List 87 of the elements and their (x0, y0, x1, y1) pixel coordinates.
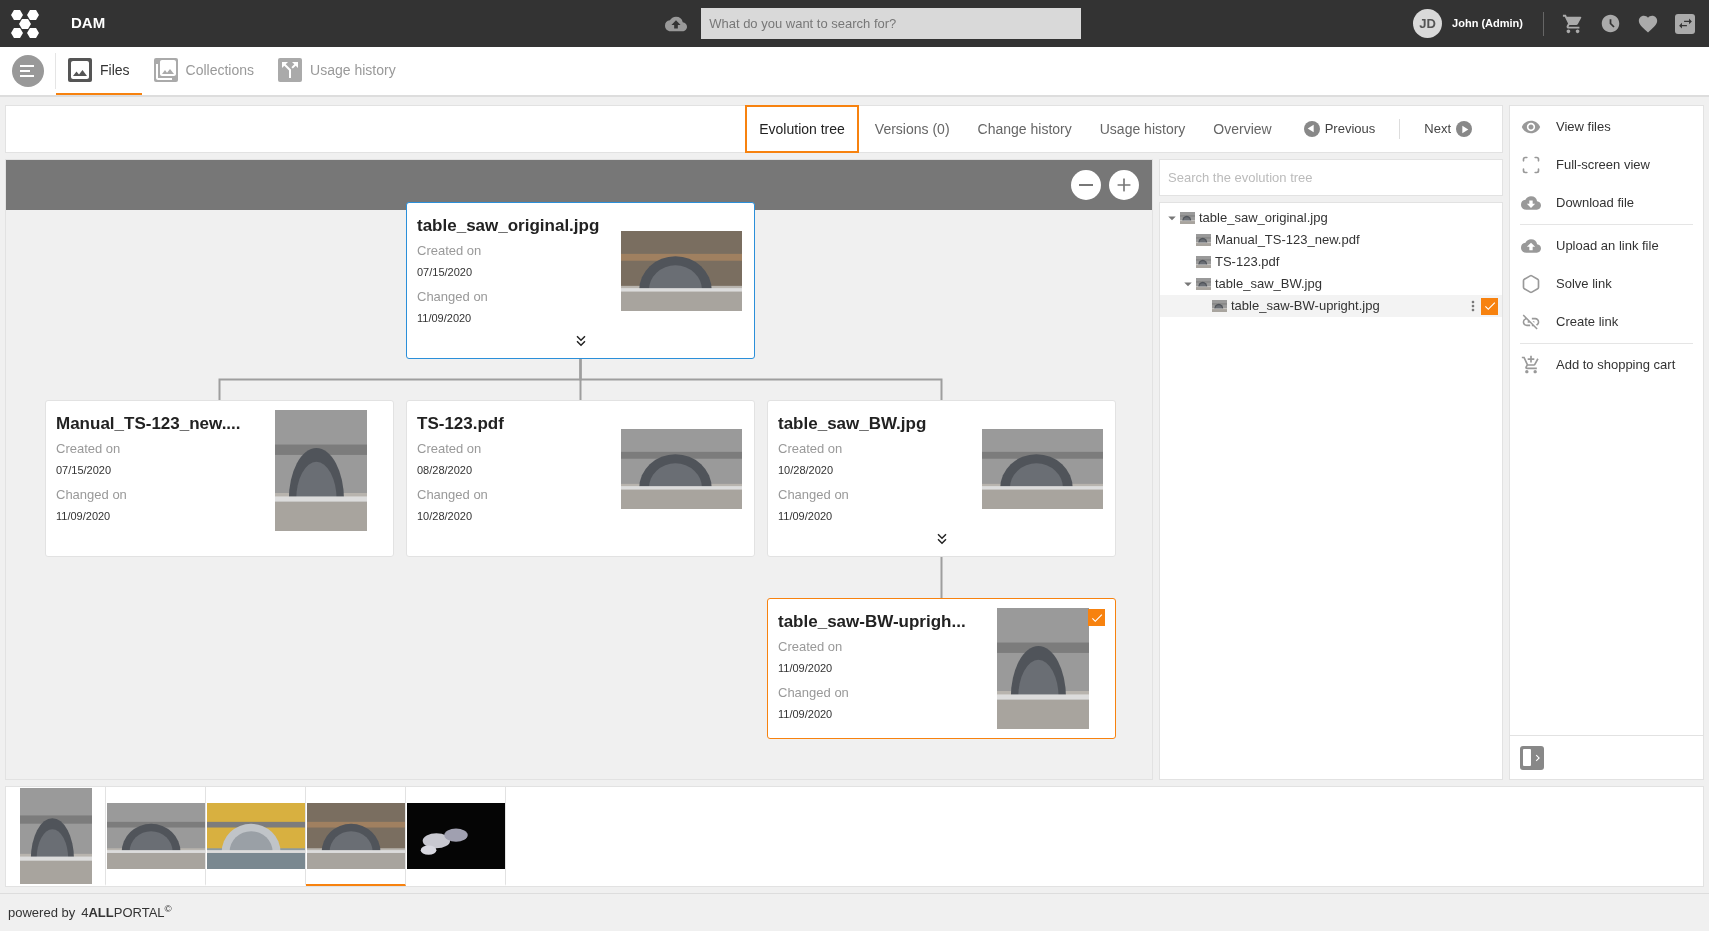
tree-search-field[interactable]: Search the evolution tree (1159, 159, 1503, 196)
created-label: Created on (417, 242, 483, 260)
user-name[interactable]: John (Admin) (1452, 15, 1523, 32)
file-name: table_saw-BW-uprigh... (778, 611, 967, 633)
file-card[interactable]: table_saw_original.jpg Created on 07/15/2020 Changed on 11/09/2020 (406, 202, 755, 359)
broken-link-icon (1520, 312, 1542, 332)
changed-date: 11/09/2020 (56, 508, 112, 524)
check-icon (1482, 299, 1497, 313)
file-name: table_saw_BW.jpg (778, 413, 928, 435)
changed-label: Changed on (417, 288, 489, 306)
tree-item[interactable]: TS-123.pdf (1160, 251, 1502, 273)
file-card[interactable]: table_saw-BW-uprigh... Created on 11/09/2020 Changed on 11/09/2020 (767, 598, 1116, 739)
image-icon (68, 58, 92, 82)
minus-icon (1079, 184, 1093, 186)
powered-by-text: powered by (8, 903, 76, 922)
cart-icon[interactable] (1562, 12, 1584, 35)
tree-item[interactable]: table_saw_BW.jpg (1160, 273, 1502, 295)
changed-label: Changed on (417, 486, 489, 504)
swap-icon[interactable] (1675, 13, 1695, 34)
zoom-in-button[interactable] (1109, 170, 1139, 200)
next-button[interactable]: Next (1424, 119, 1472, 139)
detail-tab[interactable]: Evolution tree (745, 105, 859, 153)
filmstrip-thumbnail[interactable] (306, 787, 406, 886)
changed-date: 10/28/2020 (417, 508, 474, 524)
previous-button[interactable]: Previous (1303, 119, 1401, 139)
checkbox[interactable] (1088, 609, 1105, 626)
file-name: table_saw_original.jpg (417, 215, 601, 237)
corners-icon (1520, 155, 1542, 175)
app-name: DAM (71, 13, 106, 34)
filmstrip-thumbnail[interactable] (106, 787, 206, 886)
cloud-upload-icon (1520, 236, 1542, 256)
created-label: Created on (56, 440, 122, 458)
filmstrip-thumbnail[interactable] (406, 787, 506, 886)
file-name: Manual_TS-123_new.pdf (1215, 231, 1361, 250)
file-card[interactable]: table_saw_BW.jpg Created on 10/28/2020 Changed on 11/09/2020 (767, 400, 1116, 557)
logo-icon (8, 8, 42, 39)
nav-tab[interactable]: Files (56, 47, 142, 95)
action-item[interactable]: Download file (1520, 184, 1693, 222)
created-date: 07/15/2020 (56, 462, 113, 478)
detail-tab[interactable]: Versions (0) (862, 105, 962, 153)
file-name: TS-123.pdf (1215, 253, 1281, 272)
created-label: Created on (778, 638, 844, 656)
changed-label: Changed on (56, 486, 128, 504)
created-date: 08/28/2020 (417, 462, 474, 478)
checkbox[interactable] (1481, 297, 1498, 315)
created-date: 10/28/2020 (778, 462, 835, 478)
changed-date: 11/09/2020 (417, 310, 473, 326)
zoom-out-button[interactable] (1071, 170, 1101, 200)
changed-date: 11/09/2020 (778, 706, 834, 722)
connector-line (940, 556, 943, 599)
action-item[interactable]: Full-screen view (1520, 146, 1693, 184)
user-avatar[interactable]: JD (1413, 9, 1443, 38)
action-item[interactable]: Create link (1520, 303, 1693, 341)
file-name: table_saw-BW-upright.jpg (1231, 297, 1381, 316)
changed-label: Changed on (778, 684, 850, 702)
created-date: 07/15/2020 (417, 264, 474, 280)
created-label: Created on (417, 440, 483, 458)
hexagon-icon (1520, 274, 1542, 294)
tree-item[interactable]: Manual_TS-123_new.pdf (1160, 229, 1502, 251)
file-card[interactable]: Manual_TS-123_new.... Created on 07/15/2020 Changed on 11/09/2020 (45, 400, 394, 557)
file-name: table_saw_original.jpg (1199, 209, 1329, 228)
clock-icon[interactable] (1600, 13, 1621, 34)
action-item[interactable]: View files (1520, 108, 1693, 146)
detail-tab[interactable]: Overview (1201, 105, 1284, 153)
filmstrip-thumbnail[interactable] (206, 787, 306, 886)
changed-date: 11/09/2020 (778, 508, 834, 524)
file-card[interactable]: TS-123.pdf Created on 08/28/2020 Changed on 10/28/2020 (406, 400, 755, 557)
collapse-panel-icon[interactable] (1520, 745, 1544, 770)
split-icon (278, 58, 303, 82)
search-field[interactable]: What do you want to search for? (701, 8, 1082, 39)
menu-button[interactable] (11, 55, 44, 87)
cloud-download-icon (1520, 193, 1542, 213)
action-item[interactable]: Solve link (1520, 265, 1693, 303)
brand-logo: 4ALLPORTAL$^{©}$ (81, 902, 172, 922)
file-name: table_saw_BW.jpg (1215, 275, 1323, 294)
detail-tab[interactable]: Usage history (1087, 105, 1198, 153)
images-icon (153, 58, 178, 82)
file-name: Manual_TS-123_new.... (56, 413, 242, 435)
action-item[interactable]: Add to shopping cart (1520, 346, 1693, 384)
file-name: TS-123.pdf (417, 413, 505, 435)
detail-tab[interactable]: Change history (965, 105, 1084, 153)
tree-item[interactable]: table_saw_original.jpg (1160, 207, 1502, 229)
created-label: Created on (778, 440, 844, 458)
created-date: 11/09/2020 (778, 660, 834, 676)
tree-item[interactable]: table_saw-BW-upright.jpg (1160, 295, 1502, 317)
action-item[interactable]: Upload an link file (1520, 227, 1693, 265)
changed-label: Changed on (778, 486, 850, 504)
